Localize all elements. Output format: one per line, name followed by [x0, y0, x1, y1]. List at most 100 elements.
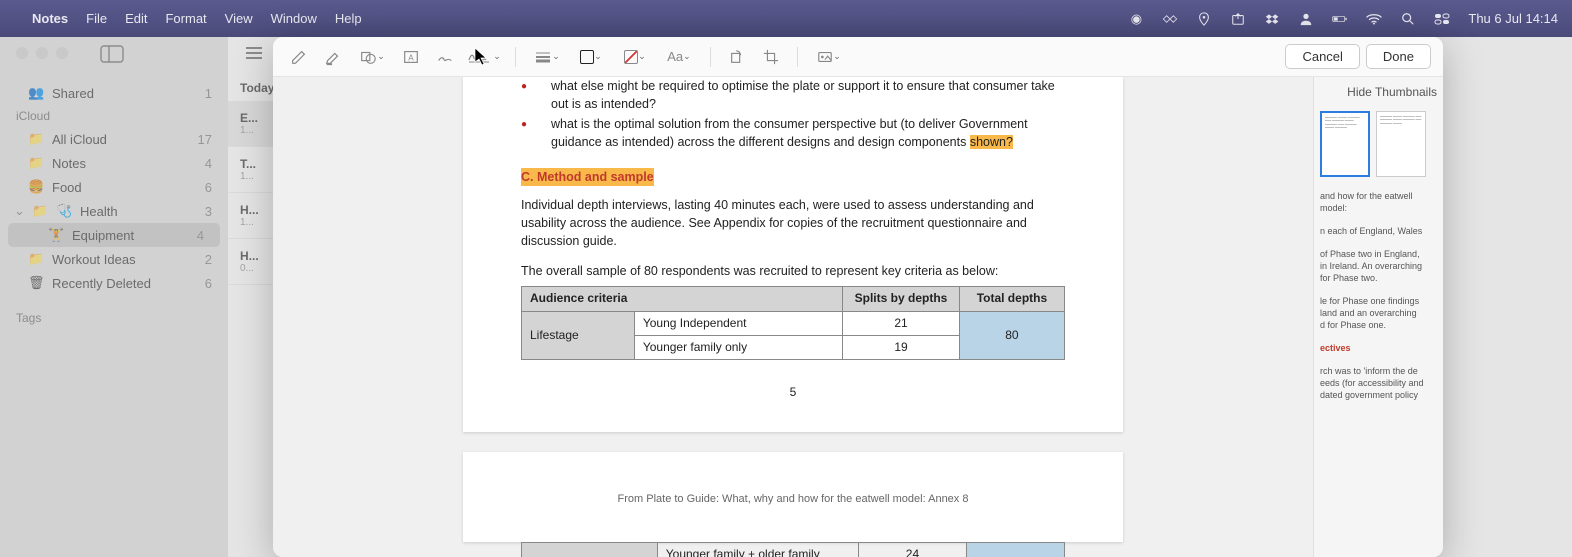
sidebar-item-label: All iCloud — [52, 132, 107, 147]
side-text-line: le for Phase one findings — [1320, 296, 1441, 308]
equipment-emoji-icon: 🏋️ — [48, 227, 64, 243]
sync-icon[interactable] — [1162, 11, 1178, 27]
sidebar-item-all-icloud[interactable]: 📁 All iCloud 17 — [0, 127, 228, 151]
sidebar-item-count: 4 — [205, 156, 212, 171]
table-header: Audience criteria — [522, 287, 843, 311]
page-thumbnail[interactable]: ▬▬▬▬ ▬▬▬ ▬▬▬▬ ▬▬ ▬▬▬▬ ▬▬▬ ▬▬▬▬ ▬▬ ▬▬▬▬ ▬… — [1320, 111, 1370, 177]
document-scroll-area[interactable]: ● what else might be required to optimis… — [273, 77, 1313, 557]
doc-paragraph: The overall sample of 80 respondents was… — [521, 262, 1065, 280]
sidebar-item-notes[interactable]: 📁 Notes 4 — [0, 151, 228, 175]
sidebar-item-workout-ideas[interactable]: 📁 Workout Ideas 2 — [0, 247, 228, 271]
sidebar-toggle-icon[interactable] — [100, 45, 124, 63]
rotate-tool-icon[interactable] — [723, 45, 751, 69]
page-thumbnail[interactable]: ▬▬▬▬ ▬▬▬ ▬▬▬▬ ▬▬ ▬▬▬▬ ▬▬▬ ▬▬▬▬ ▬▬ ▬▬▬▬ ▬… — [1376, 111, 1426, 177]
toolbar-separator — [797, 47, 798, 67]
chevron-down-icon[interactable]: ⌄ — [14, 203, 24, 219]
minimize-window-button[interactable] — [36, 47, 48, 59]
annotate-tool-icon[interactable]: ⌄ — [810, 45, 848, 69]
document-page: ● what else might be required to optimis… — [463, 77, 1123, 432]
side-text-line: in Ireland. An overarching — [1320, 261, 1441, 273]
menu-view[interactable]: View — [225, 11, 253, 26]
menu-window[interactable]: Window — [271, 11, 317, 26]
trash-icon: 🗑 — [28, 275, 44, 291]
toolbar-separator — [515, 47, 516, 67]
search-icon[interactable] — [1400, 11, 1416, 27]
datetime[interactable]: Thu 6 Jul 14:14 — [1468, 11, 1558, 26]
table-cell: 80 — [959, 311, 1064, 360]
doc-table: Audience criteria Splits by depths Total… — [521, 286, 1065, 360]
side-text-line: land and an overarching — [1320, 308, 1441, 320]
crop-tool-icon[interactable] — [757, 45, 785, 69]
sidebar-item-shared[interactable]: 👥 Shared 1 — [0, 81, 228, 105]
menu-file[interactable]: File — [86, 11, 107, 26]
wifi-icon[interactable] — [1366, 11, 1382, 27]
dropbox-icon[interactable] — [1264, 11, 1280, 27]
text-tool-icon[interactable]: A — [397, 45, 425, 69]
markup-body: ● what else might be required to optimis… — [273, 77, 1443, 557]
stroke-width-icon[interactable]: ⌄ — [528, 45, 566, 69]
location-icon[interactable] — [1196, 11, 1212, 27]
shared-folder-icon: 👥 — [28, 85, 44, 101]
pen-tool-icon[interactable] — [285, 45, 313, 69]
text-style-icon[interactable]: Aa⌄ — [660, 45, 698, 69]
sidebar-item-count: 2 — [205, 252, 212, 267]
sidebar-item-count: 17 — [198, 132, 212, 147]
sidebar-section-icloud: iCloud — [0, 105, 228, 127]
side-text-line: dated government policy — [1320, 390, 1441, 402]
fill-color-icon[interactable]: ⌄ — [616, 45, 654, 69]
updates-icon[interactable] — [1230, 11, 1246, 27]
close-window-button[interactable] — [16, 47, 28, 59]
side-text-line: for Phase two. — [1320, 273, 1441, 285]
sidebar-item-equipment[interactable]: 🏋️ Equipment 4 — [8, 223, 220, 247]
doc-highlight: shown? — [970, 135, 1013, 149]
stroke-color-icon[interactable]: ⌄ — [572, 45, 610, 69]
menu-format[interactable]: Format — [165, 11, 206, 26]
sidebar-item-count: 4 — [197, 228, 204, 243]
sidebar-item-health[interactable]: ⌄ 📁 🩺 Health 3 — [0, 199, 228, 223]
menubar-left: Notes File Edit Format View Window Help — [14, 11, 362, 26]
notes-sidebar: 👥 Shared 1 iCloud 📁 All iCloud 17 📁 Note… — [0, 37, 228, 557]
toolbar-separator — [710, 47, 711, 67]
traffic-lights — [16, 47, 68, 59]
cancel-button[interactable]: Cancel — [1285, 44, 1359, 69]
sidebar-item-food[interactable]: 🍔 Food 6 — [0, 175, 228, 199]
done-button[interactable]: Done — [1366, 44, 1431, 69]
sidebar-item-label: Equipment — [72, 228, 134, 243]
list-view-icon[interactable] — [244, 45, 264, 66]
table-cell: 19 — [843, 335, 960, 359]
markup-toolbar: ⌄ A ⌄ ⌄ ⌄ ⌄ Aa⌄ ⌄ Cancel Done — [273, 37, 1443, 77]
table-cell: Younger family only — [634, 335, 842, 359]
folder-icon: 📁 — [28, 155, 44, 171]
side-text-line: rch was to 'inform the de — [1320, 366, 1441, 378]
markup-modal: ⌄ A ⌄ ⌄ ⌄ ⌄ Aa⌄ ⌄ Cancel Done ● — [273, 37, 1443, 557]
signature-tool-icon[interactable]: ⌄ — [465, 45, 503, 69]
table-cell — [522, 542, 658, 557]
hide-thumbnails-button[interactable]: Hide Thumbnails — [1314, 77, 1443, 107]
app-menu[interactable]: Notes — [32, 11, 68, 26]
folder-icon: 📁 — [28, 251, 44, 267]
highlighter-tool-icon[interactable] — [319, 45, 347, 69]
record-icon[interactable]: ◉ — [1128, 11, 1144, 27]
menu-help[interactable]: Help — [335, 11, 362, 26]
table-cell: 24 — [858, 542, 967, 557]
battery-icon[interactable] — [1332, 11, 1348, 27]
sidebar-item-label: Recently Deleted — [52, 276, 151, 291]
bullet-icon: ● — [521, 115, 551, 151]
menu-edit[interactable]: Edit — [125, 11, 147, 26]
doc-page-number: 5 — [521, 384, 1065, 401]
sidebar-item-recently-deleted[interactable]: 🗑 Recently Deleted 6 — [0, 271, 228, 295]
table-cell: Lifestage — [522, 311, 635, 360]
user-icon[interactable] — [1298, 11, 1314, 27]
side-text-line: eeds (for accessibility and — [1320, 378, 1441, 390]
sign-tool-icon[interactable] — [431, 45, 459, 69]
folder-icon: 📁 — [32, 203, 48, 219]
control-center-icon[interactable] — [1434, 11, 1450, 27]
menubar: Notes File Edit Format View Window Help … — [0, 0, 1572, 37]
food-emoji-icon: 🍔 — [28, 179, 44, 195]
table-cell — [967, 542, 1065, 557]
shapes-tool-icon[interactable]: ⌄ — [353, 45, 391, 69]
chevron-down-icon: ⌄ — [552, 51, 560, 62]
zoom-window-button[interactable] — [56, 47, 68, 59]
side-text-line: d for Phase one. — [1320, 320, 1441, 332]
side-text-heading: ectives — [1320, 343, 1441, 355]
